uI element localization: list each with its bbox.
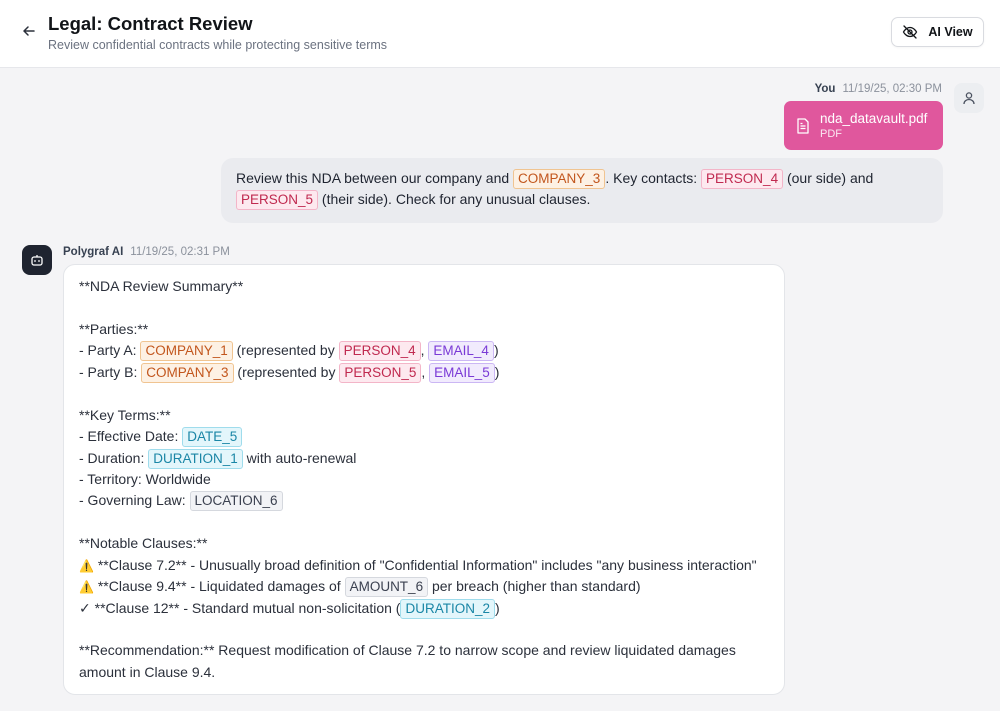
app-header: Legal: Contract Review Review confidenti…: [0, 0, 1000, 68]
text-span: - Governing Law:: [79, 492, 190, 509]
file-name: nda_datavault.pdf: [820, 110, 928, 126]
text-span: - Party A:: [79, 342, 141, 359]
file-text-icon: [797, 117, 809, 134]
page-subtitle: Review confidential contracts while prot…: [48, 38, 388, 52]
user-timestamp: 11/19/25, 02:30 PM: [842, 83, 942, 95]
text-span: with auto-renewal: [242, 449, 357, 466]
clause-12-line: ✓ **Clause 12** - Standard mutual non-so…: [79, 598, 769, 619]
warning-icon: ⚠️: [79, 558, 94, 573]
text-span: per breach (higher than standard): [428, 578, 641, 595]
user-text: (our side) and: [783, 170, 874, 186]
user-text: (their side). Check for any unusual clau…: [318, 191, 591, 208]
user-message-meta: You 11/19/25, 02:30 PM: [815, 83, 942, 95]
governing-law-line: - Governing Law: LOCATION_6: [79, 490, 769, 512]
text-span: **Clause 12** - Standard mutual non-soli…: [90, 599, 401, 616]
redacted-token-person[interactable]: PERSON_5: [236, 190, 319, 211]
bot-timestamp: 11/19/25, 02:31 PM: [130, 246, 230, 258]
bot-avatar: [22, 245, 52, 275]
text-span: ): [494, 363, 500, 380]
bot-message-bubble: **NDA Review Summary** **Parties:** - Pa…: [63, 264, 785, 695]
arrow-left-icon: [23, 26, 35, 36]
user-text: . Key contacts:: [605, 170, 702, 186]
redacted-token-location[interactable]: LOCATION_6: [189, 491, 283, 512]
redacted-token-person[interactable]: PERSON_4: [701, 169, 784, 189]
text-span: **Clause 9.4** - Liquidated damages of: [93, 578, 345, 595]
redacted-token-company[interactable]: COMPANY_3: [141, 362, 234, 383]
text-span: - Duration:: [79, 449, 149, 466]
territory-line: - Territory: Worldwide: [79, 470, 211, 487]
ai-view-label: AI View: [928, 25, 973, 39]
party-a-line: - Party A: COMPANY_1 (represented by PER…: [79, 340, 769, 362]
user-sender-name: You: [814, 83, 836, 95]
user-icon: [963, 92, 975, 105]
text-span: - Effective Date:: [79, 428, 183, 445]
text-span: (represented by: [232, 342, 339, 359]
clause-72-line: ⚠️ **Clause 7.2** - Unusually broad defi…: [79, 555, 769, 576]
redacted-token-email[interactable]: EMAIL_4: [428, 341, 494, 362]
text-span: (represented by: [233, 363, 340, 380]
recommendation-text: **Recommendation:** Request modification…: [79, 642, 736, 680]
ai-view-button[interactable]: AI View: [891, 17, 984, 47]
clause-94-line: ⚠️ **Clause 9.4** - Liquidated damages o…: [79, 576, 769, 598]
redacted-token-duration[interactable]: DURATION_1: [148, 448, 243, 469]
text-span: **Clause 7.2** - Unusually broad definit…: [93, 556, 757, 573]
bot-sender-name: Polygraf AI: [63, 246, 124, 258]
party-b-line: - Party B: COMPANY_3 (represented by PER…: [79, 362, 769, 383]
text-span: ,: [421, 363, 430, 380]
user-text: Review this NDA between our company and: [236, 170, 514, 186]
eye-off-icon: [903, 25, 918, 39]
notable-heading: **Notable Clauses:**: [79, 535, 208, 552]
duration-line: - Duration: DURATION_1 with auto-renewal: [79, 448, 769, 469]
redacted-token-person[interactable]: PERSON_4: [338, 341, 421, 362]
redacted-token-duration[interactable]: DURATION_2: [400, 598, 495, 619]
parties-heading: **Parties:**: [79, 320, 149, 337]
effective-date-line: - Effective Date: DATE_5: [79, 426, 769, 448]
redacted-token-amount[interactable]: AMOUNT_6: [344, 577, 429, 598]
redacted-token-email[interactable]: EMAIL_5: [429, 362, 495, 383]
bot-icon: [31, 255, 43, 266]
text-span: ): [493, 342, 499, 359]
user-avatar: [954, 83, 984, 113]
page-title: Legal: Contract Review: [48, 13, 253, 34]
redacted-token-person[interactable]: PERSON_5: [339, 362, 422, 383]
check-icon: ✓: [79, 599, 91, 616]
redacted-token-date[interactable]: DATE_5: [182, 427, 243, 448]
warning-icon: ⚠️: [79, 580, 94, 595]
text-span: ): [494, 599, 500, 616]
text-span: ,: [420, 342, 429, 359]
text-span: - Party B:: [79, 363, 142, 380]
back-button[interactable]: [18, 20, 40, 42]
summary-heading: **NDA Review Summary**: [79, 278, 244, 294]
key-terms-heading: **Key Terms:**: [79, 406, 171, 423]
file-attachment[interactable]: nda_datavault.pdf PDF: [784, 101, 943, 150]
redacted-token-company[interactable]: COMPANY_1: [140, 341, 233, 362]
redacted-token-company[interactable]: COMPANY_3: [513, 169, 606, 189]
file-type: PDF: [820, 127, 842, 140]
bot-message-meta: Polygraf AI 11/19/25, 02:31 PM: [63, 246, 230, 258]
user-message-bubble: Review this NDA between our company and …: [221, 158, 943, 223]
